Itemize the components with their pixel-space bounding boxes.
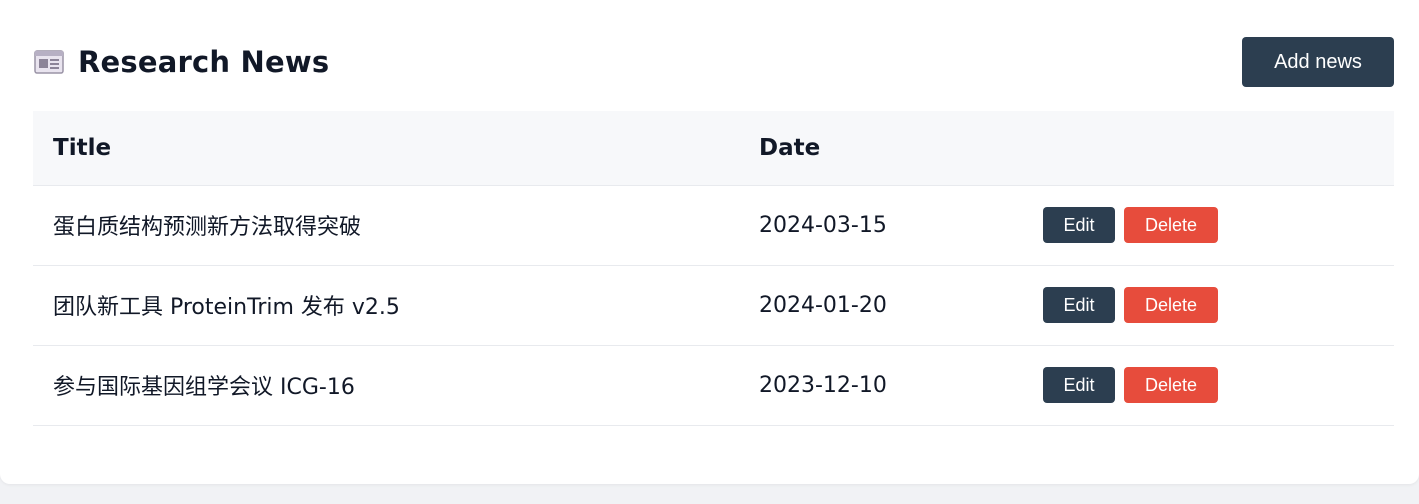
news-title-cell: 参与国际基因组学会议 ICG-16 (33, 345, 739, 426)
table-row: 团队新工具 ProteinTrim 发布 v2.5 2024-01-20 Edi… (33, 265, 1394, 346)
delete-button[interactable]: Delete (1124, 287, 1218, 323)
edit-button[interactable]: Edit (1043, 367, 1115, 403)
news-date-cell: 2024-03-15 (739, 185, 1023, 266)
column-header-actions (1023, 111, 1394, 186)
news-header: Research News Add news (33, 37, 1394, 87)
news-date-cell: 2023-12-10 (739, 345, 1023, 426)
column-header-date: Date (739, 111, 1023, 186)
page-title: Research News (78, 45, 330, 79)
actions-cell: Edit Delete (1023, 345, 1394, 426)
news-date-cell: 2024-01-20 (739, 265, 1023, 346)
table-header-row: Title Date (33, 111, 1394, 186)
table-row: 蛋白质结构预测新方法取得突破 2024-03-15 Edit Delete (33, 185, 1394, 266)
edit-button[interactable]: Edit (1043, 287, 1115, 323)
news-table: Title Date 蛋白质结构预测新方法取得突破 2024-03-15 Edi… (33, 111, 1394, 426)
table-row: 参与国际基因组学会议 ICG-16 2023-12-10 Edit Delete (33, 345, 1394, 426)
actions-cell: Edit Delete (1023, 265, 1394, 346)
news-title-cell: 蛋白质结构预测新方法取得突破 (33, 185, 739, 266)
actions-cell: Edit Delete (1023, 185, 1394, 266)
edit-button[interactable]: Edit (1043, 207, 1115, 243)
delete-button[interactable]: Delete (1124, 207, 1218, 243)
column-header-title: Title (33, 111, 739, 186)
news-title-cell: 团队新工具 ProteinTrim 发布 v2.5 (33, 265, 739, 346)
add-news-button[interactable]: Add news (1242, 37, 1394, 87)
newspaper-icon (33, 48, 65, 76)
news-card: Research News Add news Title Date 蛋白质结构预… (0, 0, 1419, 484)
title-group: Research News (33, 37, 329, 87)
delete-button[interactable]: Delete (1124, 367, 1218, 403)
